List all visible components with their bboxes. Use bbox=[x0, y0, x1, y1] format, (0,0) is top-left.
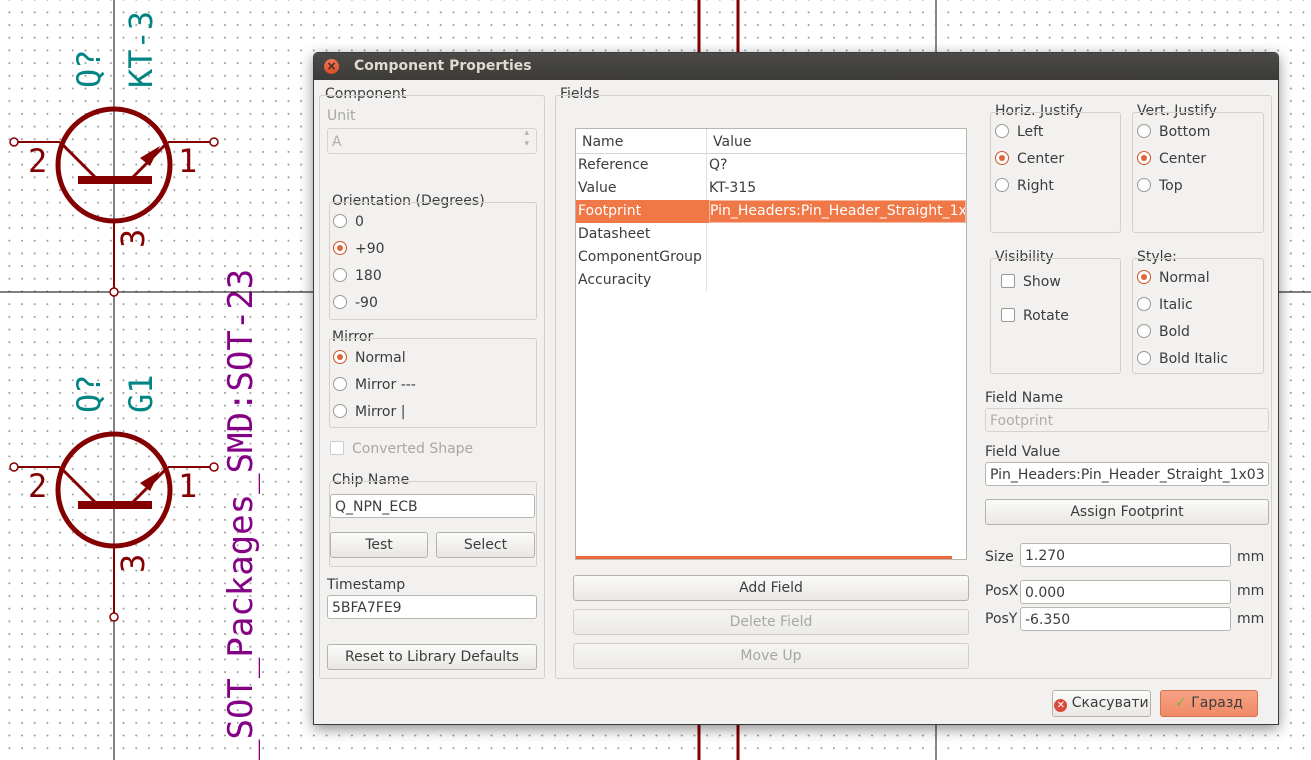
justify-left[interactable]: Left bbox=[995, 122, 1043, 142]
justify-vcenter[interactable]: Center bbox=[1137, 149, 1206, 169]
add-field-button[interactable]: Add Field bbox=[573, 575, 969, 601]
component-properties-dialog: × Component Properties Component Unit A … bbox=[313, 52, 1279, 725]
move-up-button[interactable]: Move Up bbox=[573, 643, 969, 669]
table-row[interactable]: ComponentGroup bbox=[576, 246, 966, 269]
table-header: Name Value bbox=[576, 129, 966, 154]
footprint-field: _SOT_Packages_SMD:SOT-23 bbox=[221, 269, 261, 760]
dialog-title: Component Properties bbox=[354, 58, 532, 74]
column-value[interactable]: Value bbox=[713, 129, 751, 153]
pin-label: 2 bbox=[28, 142, 47, 180]
unit-label: Unit bbox=[327, 108, 356, 124]
justify-right[interactable]: Right bbox=[995, 176, 1054, 196]
field-value-label: Field Value bbox=[985, 444, 1061, 460]
posy-unit: mm bbox=[1237, 611, 1265, 627]
reference-field: Q? bbox=[70, 49, 108, 88]
table-row[interactable]: Accuracity bbox=[576, 269, 966, 292]
orientation-180[interactable]: 180 bbox=[333, 266, 382, 286]
style-bold-italic[interactable]: Bold Italic bbox=[1137, 349, 1228, 369]
size-label: Size bbox=[985, 549, 1014, 565]
mirror-horizontal[interactable]: Mirror --- bbox=[333, 375, 416, 395]
field-value-input[interactable]: Pin_Headers:Pin_Header_Straight_1x03 bbox=[985, 462, 1269, 486]
table-row[interactable]: Reference Q? bbox=[576, 154, 966, 177]
svg-text:3: 3 bbox=[114, 229, 152, 248]
chip-name-input[interactable]: Q_NPN_ECB bbox=[330, 494, 535, 518]
svg-text:1: 1 bbox=[178, 142, 197, 180]
orientation-minus-90[interactable]: -90 bbox=[333, 293, 378, 313]
table-row[interactable]: Value KT-315 bbox=[576, 177, 966, 200]
mirror-vertical[interactable]: Mirror | bbox=[333, 402, 405, 422]
justify-center[interactable]: Center bbox=[995, 149, 1064, 169]
rotate-checkbox[interactable]: Rotate bbox=[1001, 306, 1069, 326]
field-name-label: Field Name bbox=[985, 390, 1064, 406]
converted-shape-checkbox[interactable]: Converted Shape bbox=[330, 439, 473, 459]
value-field: KT-3 bbox=[122, 11, 160, 88]
svg-text:3: 3 bbox=[114, 554, 152, 573]
unit-select[interactable]: A ▴ ▾ bbox=[327, 128, 537, 154]
posy-label: PosY bbox=[985, 611, 1018, 627]
orientation-90[interactable]: +90 bbox=[333, 239, 385, 259]
style-bold[interactable]: Bold bbox=[1137, 322, 1190, 342]
svg-text:2: 2 bbox=[28, 467, 47, 505]
horizontal-scrollbar[interactable] bbox=[576, 556, 952, 559]
table-row-selected[interactable]: Footprint Pin_Headers:Pin_Header_Straight… bbox=[576, 200, 966, 223]
close-icon[interactable]: × bbox=[324, 59, 339, 74]
checkmark-icon: ✓ bbox=[1175, 695, 1187, 711]
posy-input[interactable]: -6.350 bbox=[1020, 607, 1231, 631]
select-button[interactable]: Select bbox=[436, 532, 535, 558]
style-italic[interactable]: Italic bbox=[1137, 295, 1193, 315]
posx-label: PosX bbox=[985, 583, 1019, 599]
show-checkbox[interactable]: Show bbox=[1001, 272, 1061, 292]
posx-input[interactable]: 0.000 bbox=[1020, 580, 1231, 604]
reset-defaults-button[interactable]: Reset to Library Defaults bbox=[327, 644, 537, 670]
timestamp-label: Timestamp bbox=[327, 577, 406, 593]
timestamp-input[interactable]: 5BFA7FE9 bbox=[327, 595, 537, 619]
field-name-input[interactable]: Footprint bbox=[985, 408, 1269, 432]
table-row[interactable]: Datasheet bbox=[576, 223, 966, 246]
style-normal[interactable]: Normal bbox=[1137, 268, 1210, 288]
svg-text:Q?: Q? bbox=[70, 374, 108, 413]
svg-text:1: 1 bbox=[178, 467, 197, 505]
justify-bottom[interactable]: Bottom bbox=[1137, 122, 1210, 142]
orientation-0[interactable]: 0 bbox=[333, 212, 364, 232]
cancel-icon: ✕ bbox=[1054, 699, 1068, 712]
delete-field-button[interactable]: Delete Field bbox=[573, 609, 969, 635]
column-name[interactable]: Name bbox=[582, 129, 623, 153]
cancel-button[interactable]: ✕ Скасувати bbox=[1052, 690, 1151, 717]
test-button[interactable]: Test bbox=[330, 532, 428, 558]
size-unit: mm bbox=[1237, 549, 1265, 565]
size-input[interactable]: 1.270 bbox=[1020, 543, 1231, 567]
assign-footprint-button[interactable]: Assign Footprint bbox=[985, 499, 1269, 525]
justify-top[interactable]: Top bbox=[1137, 176, 1183, 196]
ok-button[interactable]: ✓ Гаразд bbox=[1160, 690, 1258, 717]
svg-text:G1: G1 bbox=[122, 374, 160, 413]
fields-table[interactable]: Name Value Reference Q? Value KT-315 Footp… bbox=[575, 128, 967, 560]
posx-unit: mm bbox=[1237, 583, 1265, 599]
mirror-normal[interactable]: Normal bbox=[333, 348, 406, 368]
spin-arrows-icon: ▴ ▾ bbox=[524, 128, 529, 149]
titlebar[interactable]: × Component Properties bbox=[314, 53, 1278, 80]
